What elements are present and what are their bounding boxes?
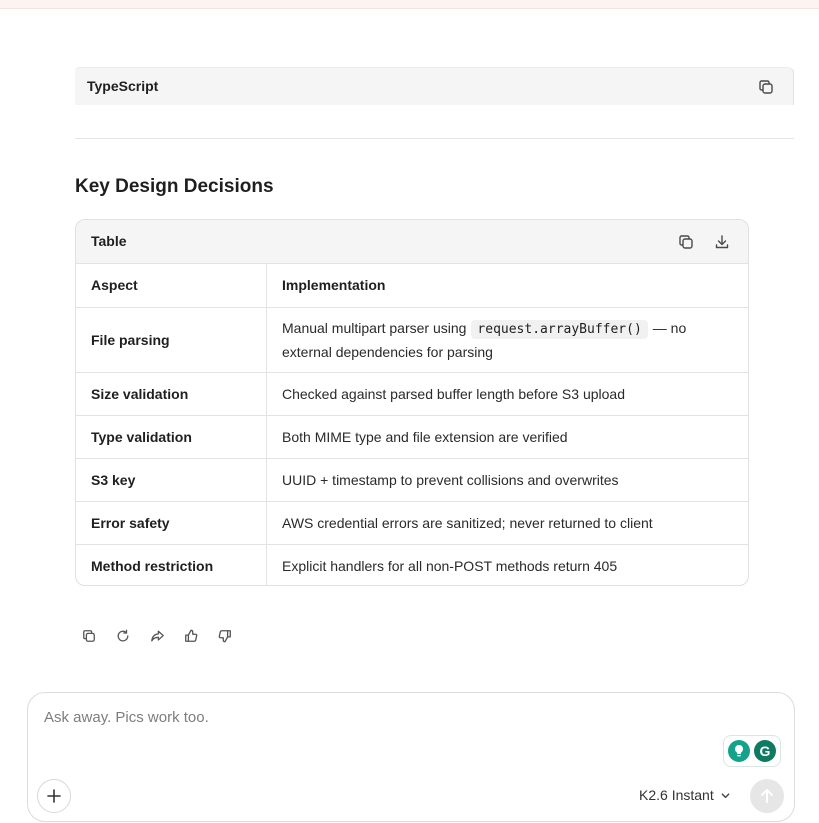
table-row: Type validation Both MIME type and file … bbox=[76, 415, 748, 459]
download-table-button[interactable] bbox=[711, 231, 733, 253]
lightbulb-icon[interactable] bbox=[728, 740, 750, 762]
table-cell-aspect: Error safety bbox=[76, 501, 267, 545]
model-selector[interactable]: K2.6 Instant bbox=[639, 787, 731, 803]
model-label: K2.6 Instant bbox=[639, 787, 714, 803]
table-cell-aspect: Method restriction bbox=[76, 544, 267, 585]
chevron-down-icon bbox=[721, 792, 730, 798]
add-attachment-button[interactable] bbox=[37, 779, 71, 813]
inline-code: request.arrayBuffer() bbox=[471, 319, 648, 339]
table-row: Size validation Checked against parsed b… bbox=[76, 372, 748, 416]
send-button[interactable] bbox=[750, 779, 784, 813]
table-row: Method restriction Explicit handlers for… bbox=[76, 544, 748, 585]
message-input[interactable] bbox=[44, 709, 704, 726]
section-divider bbox=[75, 138, 794, 139]
regenerate-icon bbox=[117, 629, 129, 642]
table-cell-aspect: S3 key bbox=[76, 458, 267, 502]
table-row: Error safety AWS credential errors are s… bbox=[76, 501, 748, 545]
plus-icon bbox=[47, 789, 61, 803]
table-cell-implementation: AWS credential errors are sanitized; nev… bbox=[266, 501, 748, 545]
copy-icon bbox=[759, 80, 773, 94]
table-cell-implementation: UUID + timestamp to prevent collisions a… bbox=[266, 458, 748, 502]
copy-icon bbox=[83, 630, 95, 642]
table-card: Table Aspect Implementation File parsing… bbox=[75, 219, 749, 586]
column-header-implementation: Implementation bbox=[266, 264, 748, 308]
copy-code-button[interactable] bbox=[755, 76, 777, 98]
thumbs-up-icon bbox=[185, 629, 198, 642]
table-row: File parsing Manual multipart parser usi… bbox=[76, 307, 748, 373]
grammarly-widget[interactable]: G bbox=[723, 735, 781, 767]
share-button[interactable] bbox=[148, 627, 166, 645]
thumbs-down-button[interactable] bbox=[216, 627, 234, 645]
message-actions bbox=[80, 627, 250, 645]
code-block-header: TypeScript bbox=[75, 67, 794, 105]
table-header-bar: Table bbox=[76, 220, 748, 264]
download-icon bbox=[715, 235, 729, 249]
copy-message-button[interactable] bbox=[80, 627, 98, 645]
table-title: Table bbox=[91, 233, 127, 249]
table-cell-aspect: Size validation bbox=[76, 372, 267, 416]
table-cell-implementation: Checked against parsed buffer length bef… bbox=[266, 372, 748, 416]
table-cell-implementation: Explicit handlers for all non-POST metho… bbox=[282, 557, 618, 574]
table-cell-aspect: Type validation bbox=[76, 415, 267, 459]
section-heading: Key Design Decisions bbox=[75, 176, 274, 197]
share-icon bbox=[150, 630, 164, 642]
cell-text: Manual multipart parser using bbox=[282, 319, 467, 336]
thumbs-down-icon bbox=[218, 630, 231, 643]
table-cell-implementation: Manual multipart parser using request.arr… bbox=[266, 307, 748, 373]
table-header-row: Aspect Implementation bbox=[76, 264, 748, 308]
table-cell-aspect: File parsing bbox=[76, 307, 267, 373]
arrow-up-icon bbox=[761, 789, 773, 803]
copy-icon bbox=[679, 235, 693, 249]
column-header-aspect: Aspect bbox=[76, 264, 267, 308]
table-cell-implementation: Both MIME type and file extension are ve… bbox=[266, 415, 748, 459]
thumbs-up-button[interactable] bbox=[182, 627, 200, 645]
regenerate-button[interactable] bbox=[114, 627, 132, 645]
table-row: S3 key UUID + timestamp to prevent colli… bbox=[76, 458, 748, 502]
code-language-label: TypeScript bbox=[87, 78, 159, 94]
top-banner-strip bbox=[0, 0, 819, 9]
design-decisions-table: Aspect Implementation File parsing Manua… bbox=[76, 264, 748, 585]
grammarly-icon[interactable]: G bbox=[754, 740, 776, 762]
message-composer: G K2.6 Instant bbox=[27, 692, 795, 822]
copy-table-button[interactable] bbox=[675, 231, 697, 253]
